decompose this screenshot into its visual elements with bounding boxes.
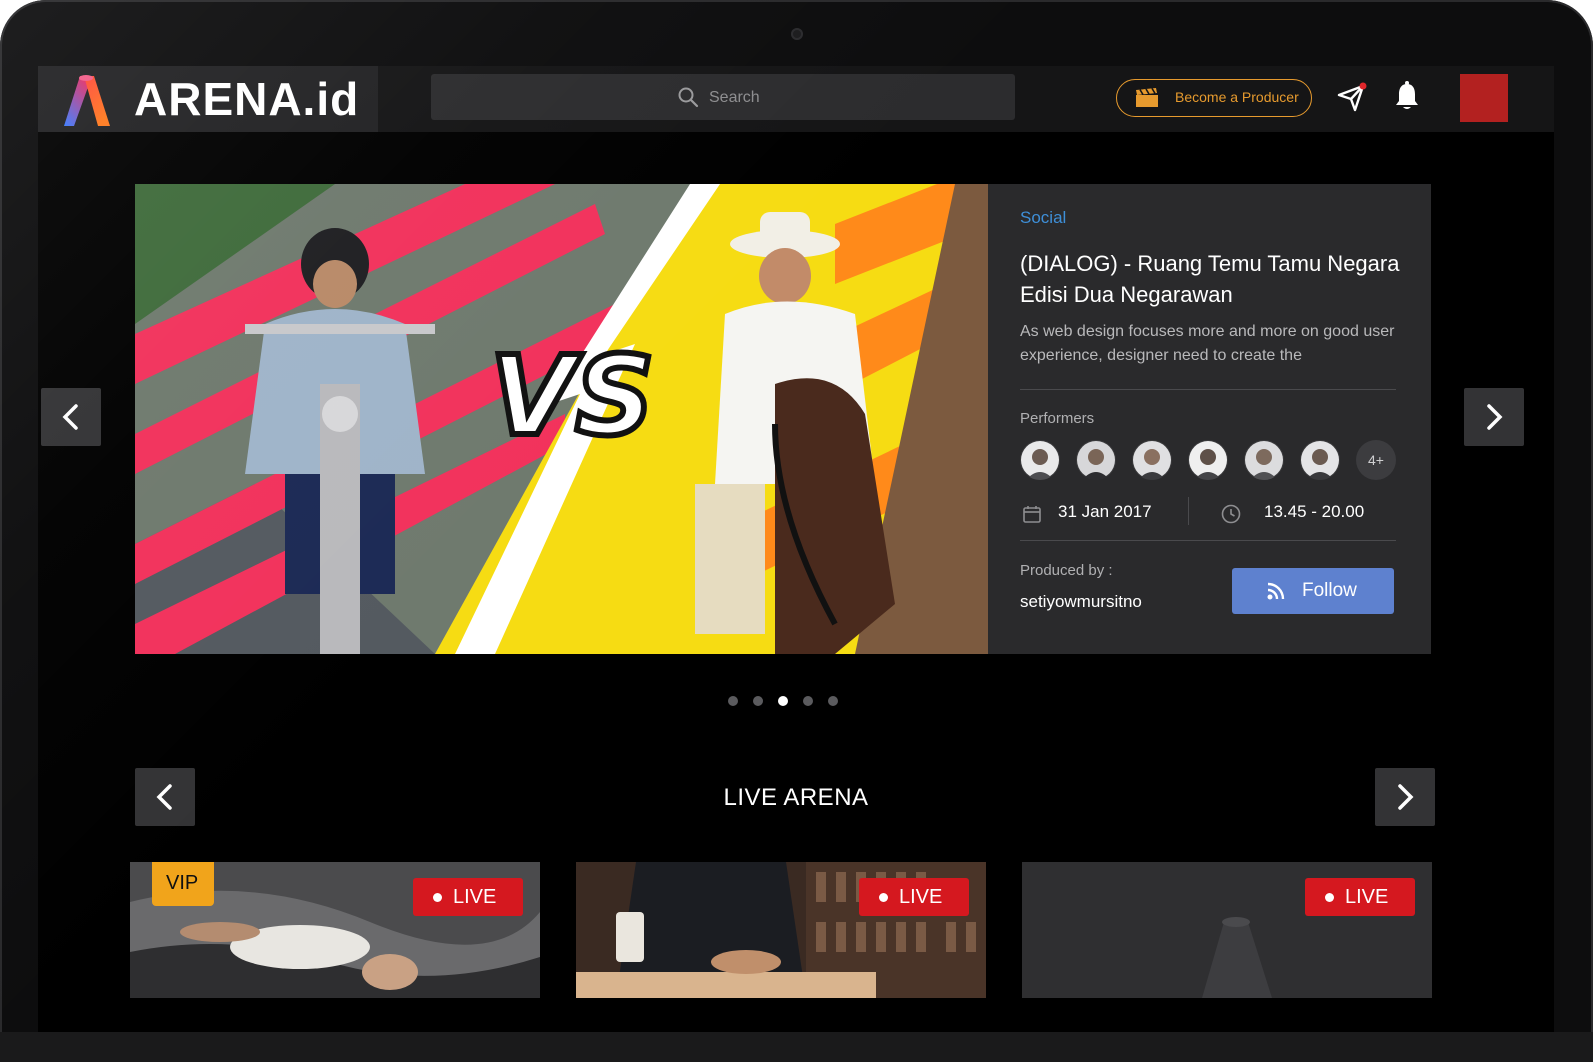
chevron-left-icon [62, 404, 78, 430]
live-dot-icon [879, 893, 888, 902]
producer-name[interactable]: setiyowmursitno [1020, 592, 1142, 612]
event-date: 31 Jan 2017 [1058, 502, 1152, 521]
live-dot-icon [433, 893, 442, 902]
webcam [791, 28, 803, 40]
bell-icon[interactable] [1392, 80, 1422, 112]
vip-label: VIP [166, 872, 199, 894]
event-title[interactable]: (DIALOG) - Ruang Temu Tamu Negara Edisi … [1020, 248, 1410, 310]
performer-avatar[interactable] [1132, 440, 1172, 480]
send-icon[interactable] [1336, 81, 1368, 113]
chevron-right-icon [1398, 784, 1414, 810]
chevron-right-icon [1487, 404, 1503, 430]
live-badge: LIVE [1305, 878, 1415, 916]
search-icon [678, 87, 699, 108]
carousel-dot-active[interactable] [778, 696, 788, 706]
live-card[interactable]: VIP LIVE [130, 862, 540, 998]
follow-label: Follow [1302, 580, 1357, 601]
performer-avatar[interactable] [1020, 440, 1060, 480]
performer-avatar[interactable] [1076, 440, 1116, 480]
hero-next-button[interactable] [1464, 388, 1524, 446]
performers-more-badge[interactable]: 4+ [1356, 440, 1396, 480]
date-time-separator [1188, 497, 1189, 525]
performers-list: 4+ [1020, 440, 1420, 480]
live-card[interactable]: LIVE [1022, 862, 1432, 998]
user-avatar[interactable] [1460, 74, 1508, 122]
live-label: LIVE [899, 886, 943, 908]
performer-avatar[interactable] [1300, 440, 1340, 480]
carousel-dot[interactable] [753, 696, 763, 706]
follow-button[interactable]: Follow [1232, 568, 1394, 614]
event-time: 13.45 - 20.00 [1264, 502, 1365, 521]
performer-avatar[interactable] [1188, 440, 1228, 480]
live-dot-icon [1325, 893, 1334, 902]
search-bar[interactable] [431, 74, 1015, 120]
info-divider [1020, 389, 1396, 390]
vs-graphic-text: VS [490, 332, 654, 460]
vip-badge: VIP [152, 862, 214, 906]
become-producer-label: Become a Producer [1175, 89, 1299, 105]
hero-banner-image[interactable]: VS [135, 184, 988, 654]
clapperboard-icon [1136, 88, 1158, 107]
vs-artwork: VS [135, 184, 988, 654]
carousel-dot[interactable] [728, 696, 738, 706]
become-producer-button[interactable]: Become a Producer [1116, 79, 1312, 117]
hero-prev-button[interactable] [41, 388, 101, 446]
app-screen: ARENA.id Become a Producer [38, 66, 1554, 1032]
carousel-dots [728, 696, 848, 708]
laptop-bottom-bezel [0, 1032, 1593, 1062]
info-divider [1020, 540, 1396, 541]
carousel-dot[interactable] [828, 696, 838, 706]
live-arena-title: LIVE ARENA [723, 784, 869, 811]
live-card[interactable]: LIVE [576, 862, 986, 998]
search-input[interactable] [707, 83, 1001, 113]
laptop-frame: ARENA.id Become a Producer [0, 0, 1593, 1062]
clock-icon [1221, 504, 1241, 524]
arena-logo-icon [64, 75, 110, 126]
carousel-dot[interactable] [803, 696, 813, 706]
live-next-button[interactable] [1375, 768, 1435, 826]
hero-info-panel: Social (DIALOG) - Ruang Temu Tamu Negara… [988, 184, 1431, 654]
calendar-icon [1023, 506, 1041, 523]
event-description: As web design focuses more and more on g… [1020, 323, 1395, 364]
brand-name: ARENA.id [134, 73, 360, 125]
live-label: LIVE [453, 886, 497, 908]
performers-label: Performers [1020, 410, 1095, 427]
produced-by-label: Produced by : [1020, 562, 1113, 579]
event-category[interactable]: Social [1020, 208, 1066, 228]
logo[interactable]: ARENA.id [38, 66, 378, 132]
live-label: LIVE [1345, 886, 1389, 908]
live-badge: LIVE [859, 878, 969, 916]
rss-icon [1267, 582, 1285, 600]
top-header: ARENA.id Become a Producer [38, 66, 1554, 132]
performer-avatar[interactable] [1244, 440, 1284, 480]
live-badge: LIVE [413, 878, 523, 916]
